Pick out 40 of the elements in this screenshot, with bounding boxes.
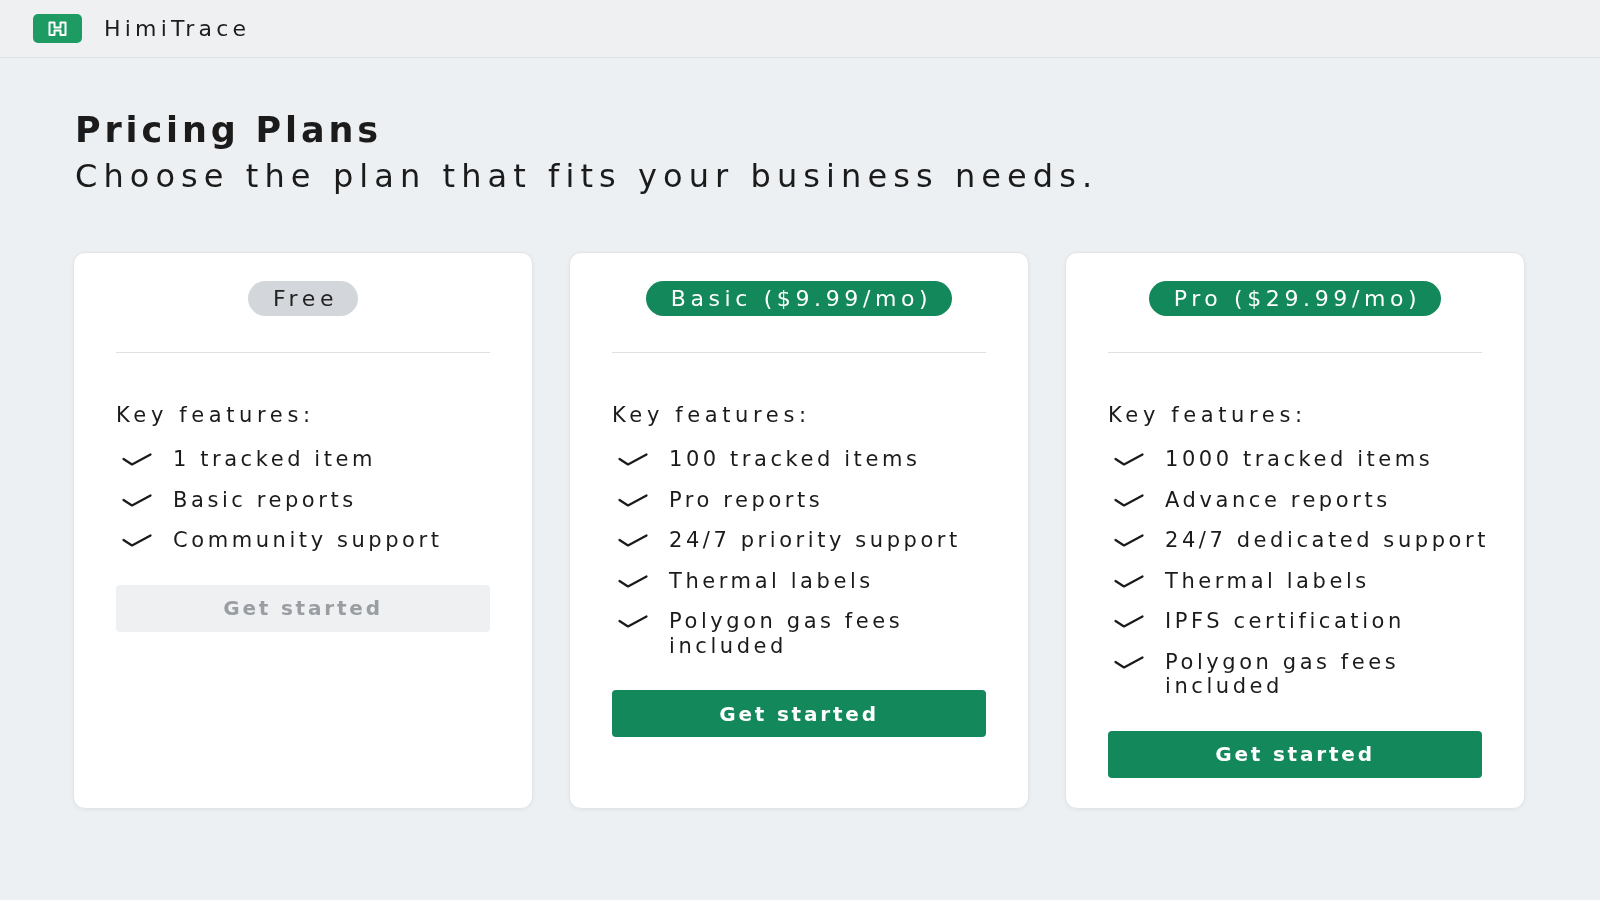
feature-text: Polygon gas fees included — [669, 609, 905, 658]
feature-text: 24/7 dedicated support — [1165, 528, 1489, 553]
plan-badge: Basic ($9.99/mo) — [645, 281, 953, 316]
feature-text: Polygon gas fees included — [1165, 649, 1401, 699]
check-icon — [1114, 453, 1144, 466]
app-name: HimiTrace — [104, 16, 251, 41]
feature-text: 24/7 priority support — [669, 528, 961, 553]
features-heading: Key features: — [1108, 402, 1308, 429]
page-subtitle: Choose the plan that fits your business needs. — [75, 156, 1100, 196]
check-icon — [1114, 574, 1144, 588]
check-icon — [122, 534, 152, 547]
check-icon — [618, 615, 648, 628]
features-heading: Key features: — [612, 402, 812, 429]
check-icon — [1114, 615, 1144, 628]
app-logo-icon — [33, 14, 82, 43]
check-icon — [618, 453, 648, 466]
check-icon — [1114, 534, 1144, 547]
feature-text: Pro reports — [669, 487, 824, 512]
feature-text: 100 tracked items — [669, 447, 921, 472]
get-started-button[interactable]: Get started — [1108, 730, 1482, 778]
check-icon — [122, 493, 152, 507]
plan-badge: Pro ($29.99/mo) — [1148, 281, 1442, 316]
feature-text: Advance reports — [1165, 487, 1391, 512]
get-started-button[interactable]: Get started — [612, 690, 986, 737]
feature-text: Community support — [173, 528, 443, 553]
features-heading: Key features: — [116, 402, 316, 429]
plan-badge: Free — [247, 281, 359, 316]
feature-text: Basic reports — [173, 487, 357, 512]
feature-text: 1000 tracked items — [1165, 447, 1434, 472]
feature-text: 1 tracked item — [173, 447, 377, 472]
feature-text: IPFS certification — [1165, 609, 1405, 634]
check-icon — [618, 574, 648, 588]
check-icon — [122, 453, 152, 466]
page-title: Pricing Plans — [75, 110, 383, 150]
feature-text: Thermal labels — [1165, 568, 1370, 593]
check-icon — [1114, 493, 1144, 507]
check-icon — [1114, 655, 1144, 669]
check-icon — [618, 534, 648, 547]
feature-text: Thermal labels — [669, 568, 874, 593]
check-icon — [618, 493, 648, 507]
